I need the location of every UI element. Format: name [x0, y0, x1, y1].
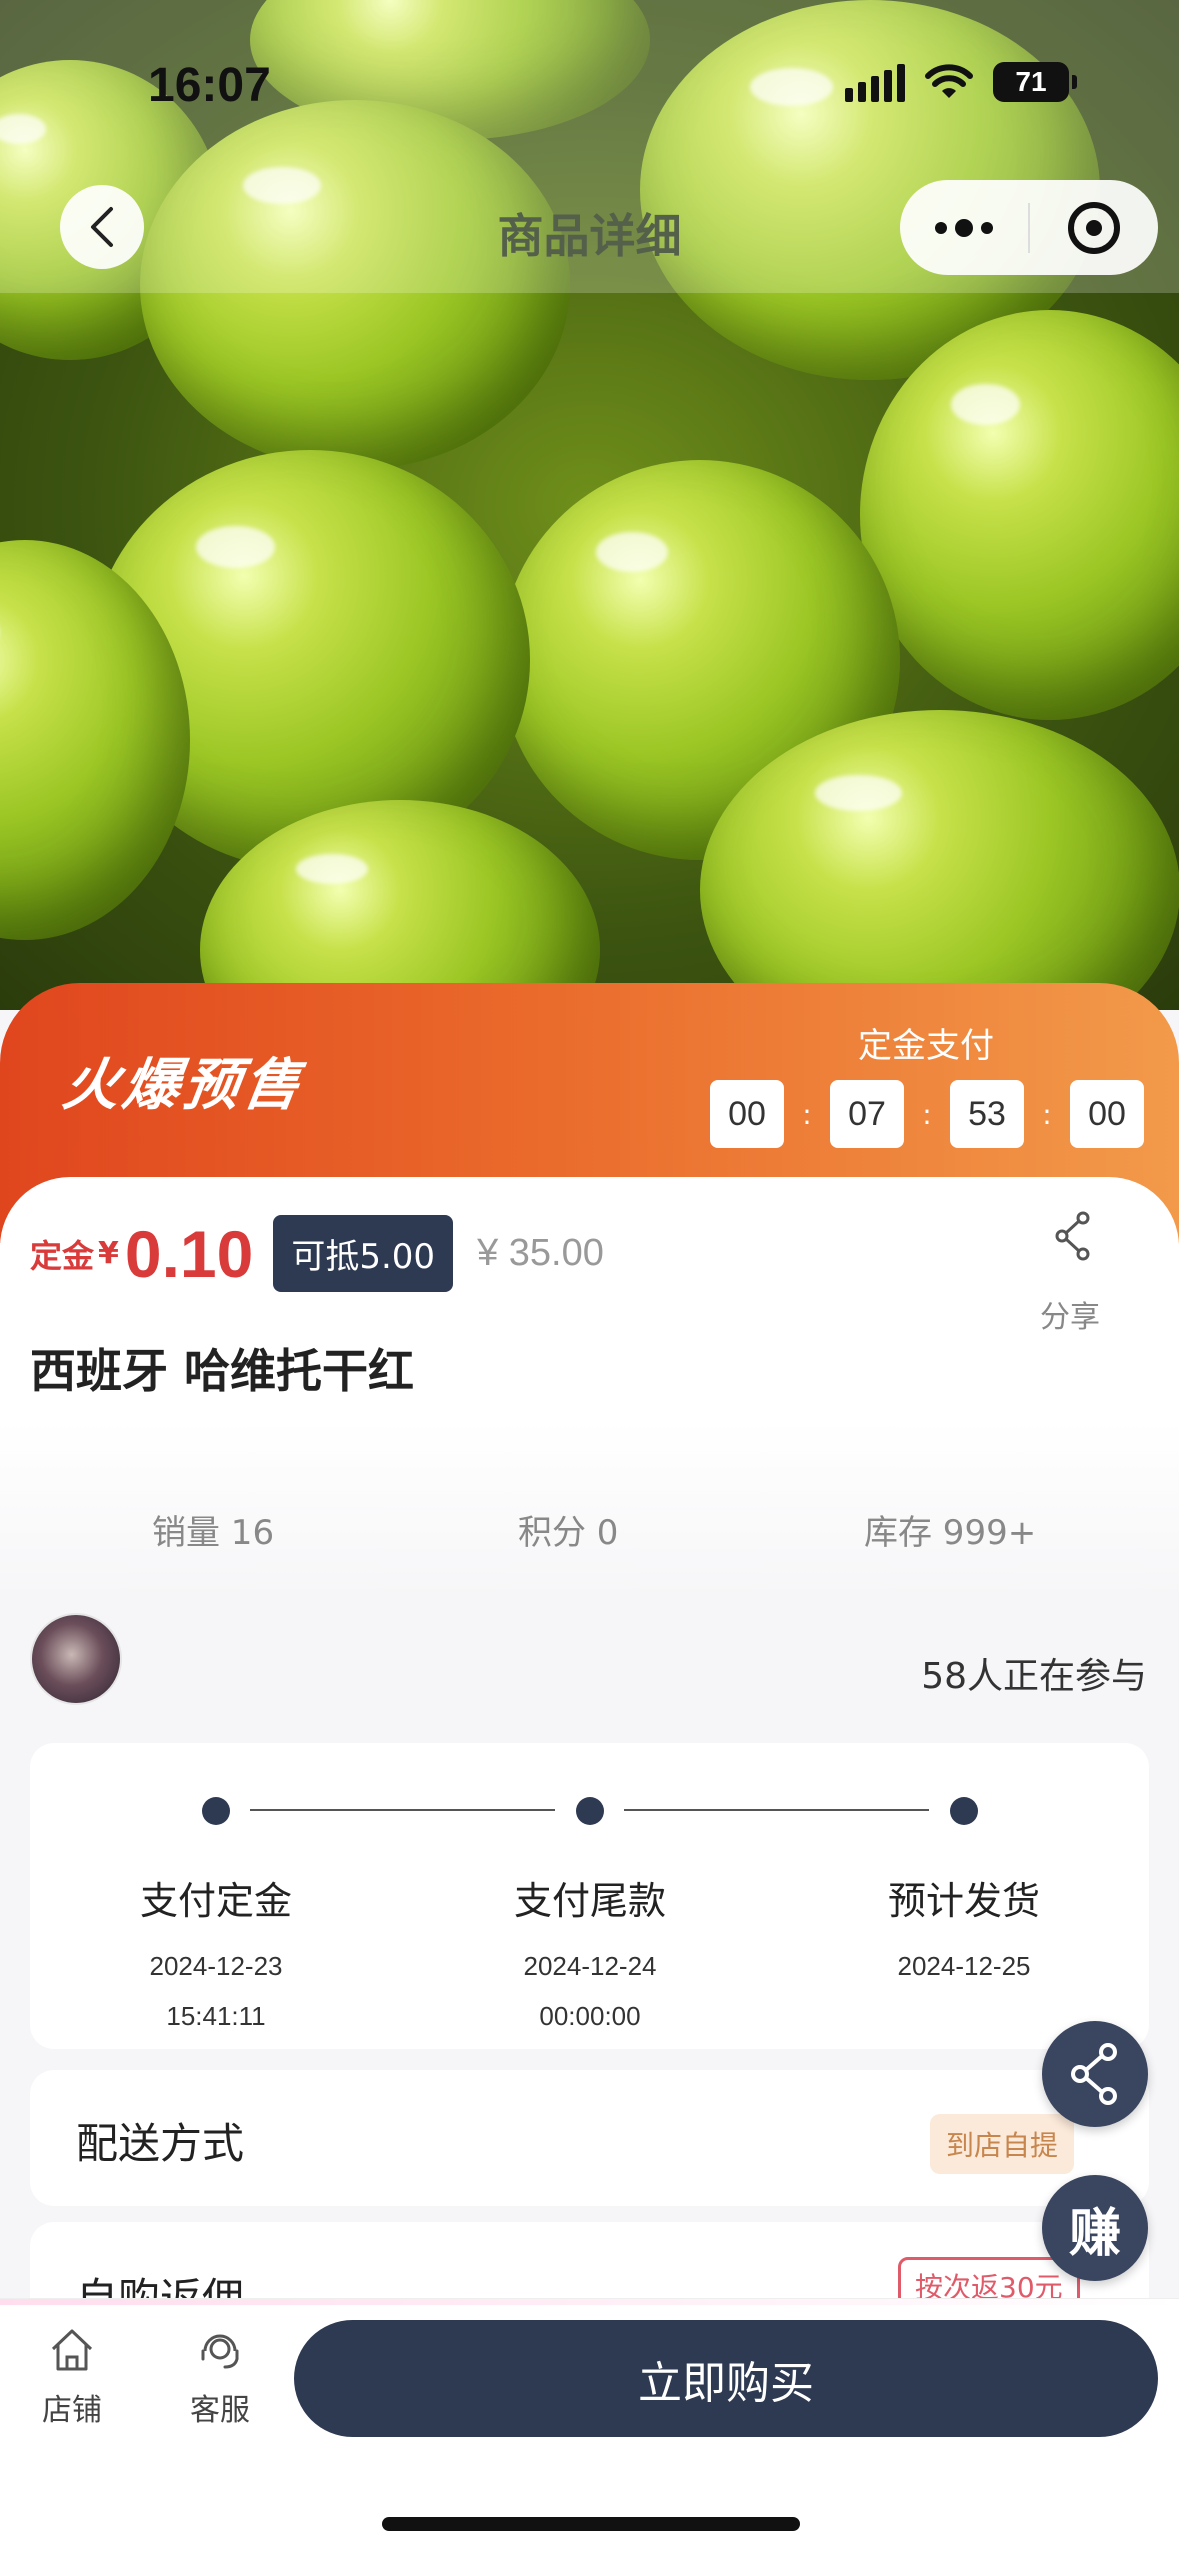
tab-store-label: 店铺 — [42, 2393, 102, 2428]
target-icon — [1068, 201, 1120, 254]
points-count: 积分 0 — [518, 1513, 619, 1553]
battery-indicator: 71 — [993, 62, 1077, 102]
original-price: ¥ 35.00 — [477, 1232, 604, 1274]
floating-share-button[interactable] — [1042, 2021, 1148, 2127]
countdown-days: 00 — [710, 1080, 784, 1148]
product-name: 西班牙 哈维托干红 — [30, 1344, 415, 1398]
wifi-icon — [925, 64, 973, 98]
earn-button[interactable]: 赚 — [1042, 2175, 1148, 2281]
timeline-time: 00:00:00 — [539, 2001, 641, 2031]
buy-now-button[interactable]: 立即购买 — [294, 2320, 1158, 2437]
timeline-step-title: 支付尾款 — [513, 1879, 666, 1923]
delivery-method-tag: 到店自提 — [930, 2114, 1075, 2174]
tab-customer-service[interactable]: 客服 — [170, 2325, 270, 2429]
timeline-time: 15:41:11 — [166, 2001, 266, 2031]
stock-count: 库存 999+ — [864, 1513, 1037, 1553]
timeline-dot — [202, 1797, 230, 1825]
share-icon — [1071, 2043, 1117, 2105]
timeline-step-shipping: 预计发货 2024-12-25 — [854, 1870, 1074, 1991]
countdown-separator: : — [802, 1097, 812, 1131]
countdown-hours: 07 — [830, 1080, 904, 1148]
share-button[interactable] — [1040, 1210, 1106, 1266]
share-label[interactable]: 分享 — [1040, 1292, 1100, 1336]
timeline-date: 2024-12-25 — [897, 1951, 1031, 1981]
timeline-connector — [250, 1809, 555, 1811]
timeline-step-deposit: 支付定金 2024-12-23 15:41:11 — [106, 1870, 326, 2041]
timeline-connector — [624, 1809, 929, 1811]
timeline-step-title: 预计发货 — [887, 1879, 1040, 1923]
deduct-badge: 可抵5.00 — [273, 1215, 454, 1292]
avatar — [30, 1613, 122, 1705]
delivery-method-title: 配送方式 — [76, 2119, 245, 2168]
more-button[interactable] — [900, 180, 1028, 275]
mini-program-capsule — [900, 180, 1158, 275]
participants-count: 58人正在参与 — [921, 1656, 1147, 1697]
countdown-separator: : — [922, 1097, 932, 1131]
sales-count: 销量 16 — [152, 1513, 275, 1553]
countdown-seconds: 00 — [1070, 1080, 1144, 1148]
tab-store[interactable]: 店铺 — [22, 2325, 122, 2429]
countdown-timer: 00 : 07 : 53 : 00 — [710, 1080, 1144, 1148]
customer-service-icon — [201, 2334, 239, 2369]
timeline-dot — [576, 1797, 604, 1825]
deposit-price: 0.10 — [124, 1216, 254, 1291]
deposit-label: 定金 — [30, 1236, 95, 1275]
store-icon — [51, 2329, 93, 2371]
home-indicator — [382, 2517, 800, 2531]
deposit-countdown-label: 定金支付 — [858, 1026, 994, 1066]
countdown-minutes: 53 — [950, 1080, 1024, 1148]
currency-symbol: ¥ — [98, 1236, 119, 1271]
close-mini-program-button[interactable] — [1030, 180, 1158, 275]
signal-icon — [845, 62, 905, 102]
timeline-date: 2024-12-23 — [149, 1951, 283, 1981]
presale-title: 火爆预售 — [58, 1053, 308, 1118]
share-icon — [1055, 1211, 1090, 1261]
status-time: 16:07 — [148, 59, 271, 112]
timeline-dot — [950, 1797, 978, 1825]
status-icons: 71 — [845, 62, 1077, 102]
timeline-step-title: 支付定金 — [139, 1879, 292, 1923]
countdown-separator: : — [1042, 1097, 1052, 1131]
timeline-step-date: 2024-12-24 00:00:00 — [480, 1941, 700, 2041]
tab-customer-service-label: 客服 — [190, 2393, 250, 2428]
price-row: 定金 ¥ 0.10 可抵5.00 ¥ 35.00 — [30, 1215, 604, 1292]
timeline-step-date: 2024-12-23 15:41:11 — [106, 1941, 326, 2041]
timeline-step-balance: 支付尾款 2024-12-24 00:00:00 — [480, 1870, 700, 2041]
timeline-date: 2024-12-24 — [523, 1951, 657, 1981]
timeline-step-date: 2024-12-25 — [854, 1941, 1074, 1991]
more-dots-icon — [935, 218, 993, 237]
